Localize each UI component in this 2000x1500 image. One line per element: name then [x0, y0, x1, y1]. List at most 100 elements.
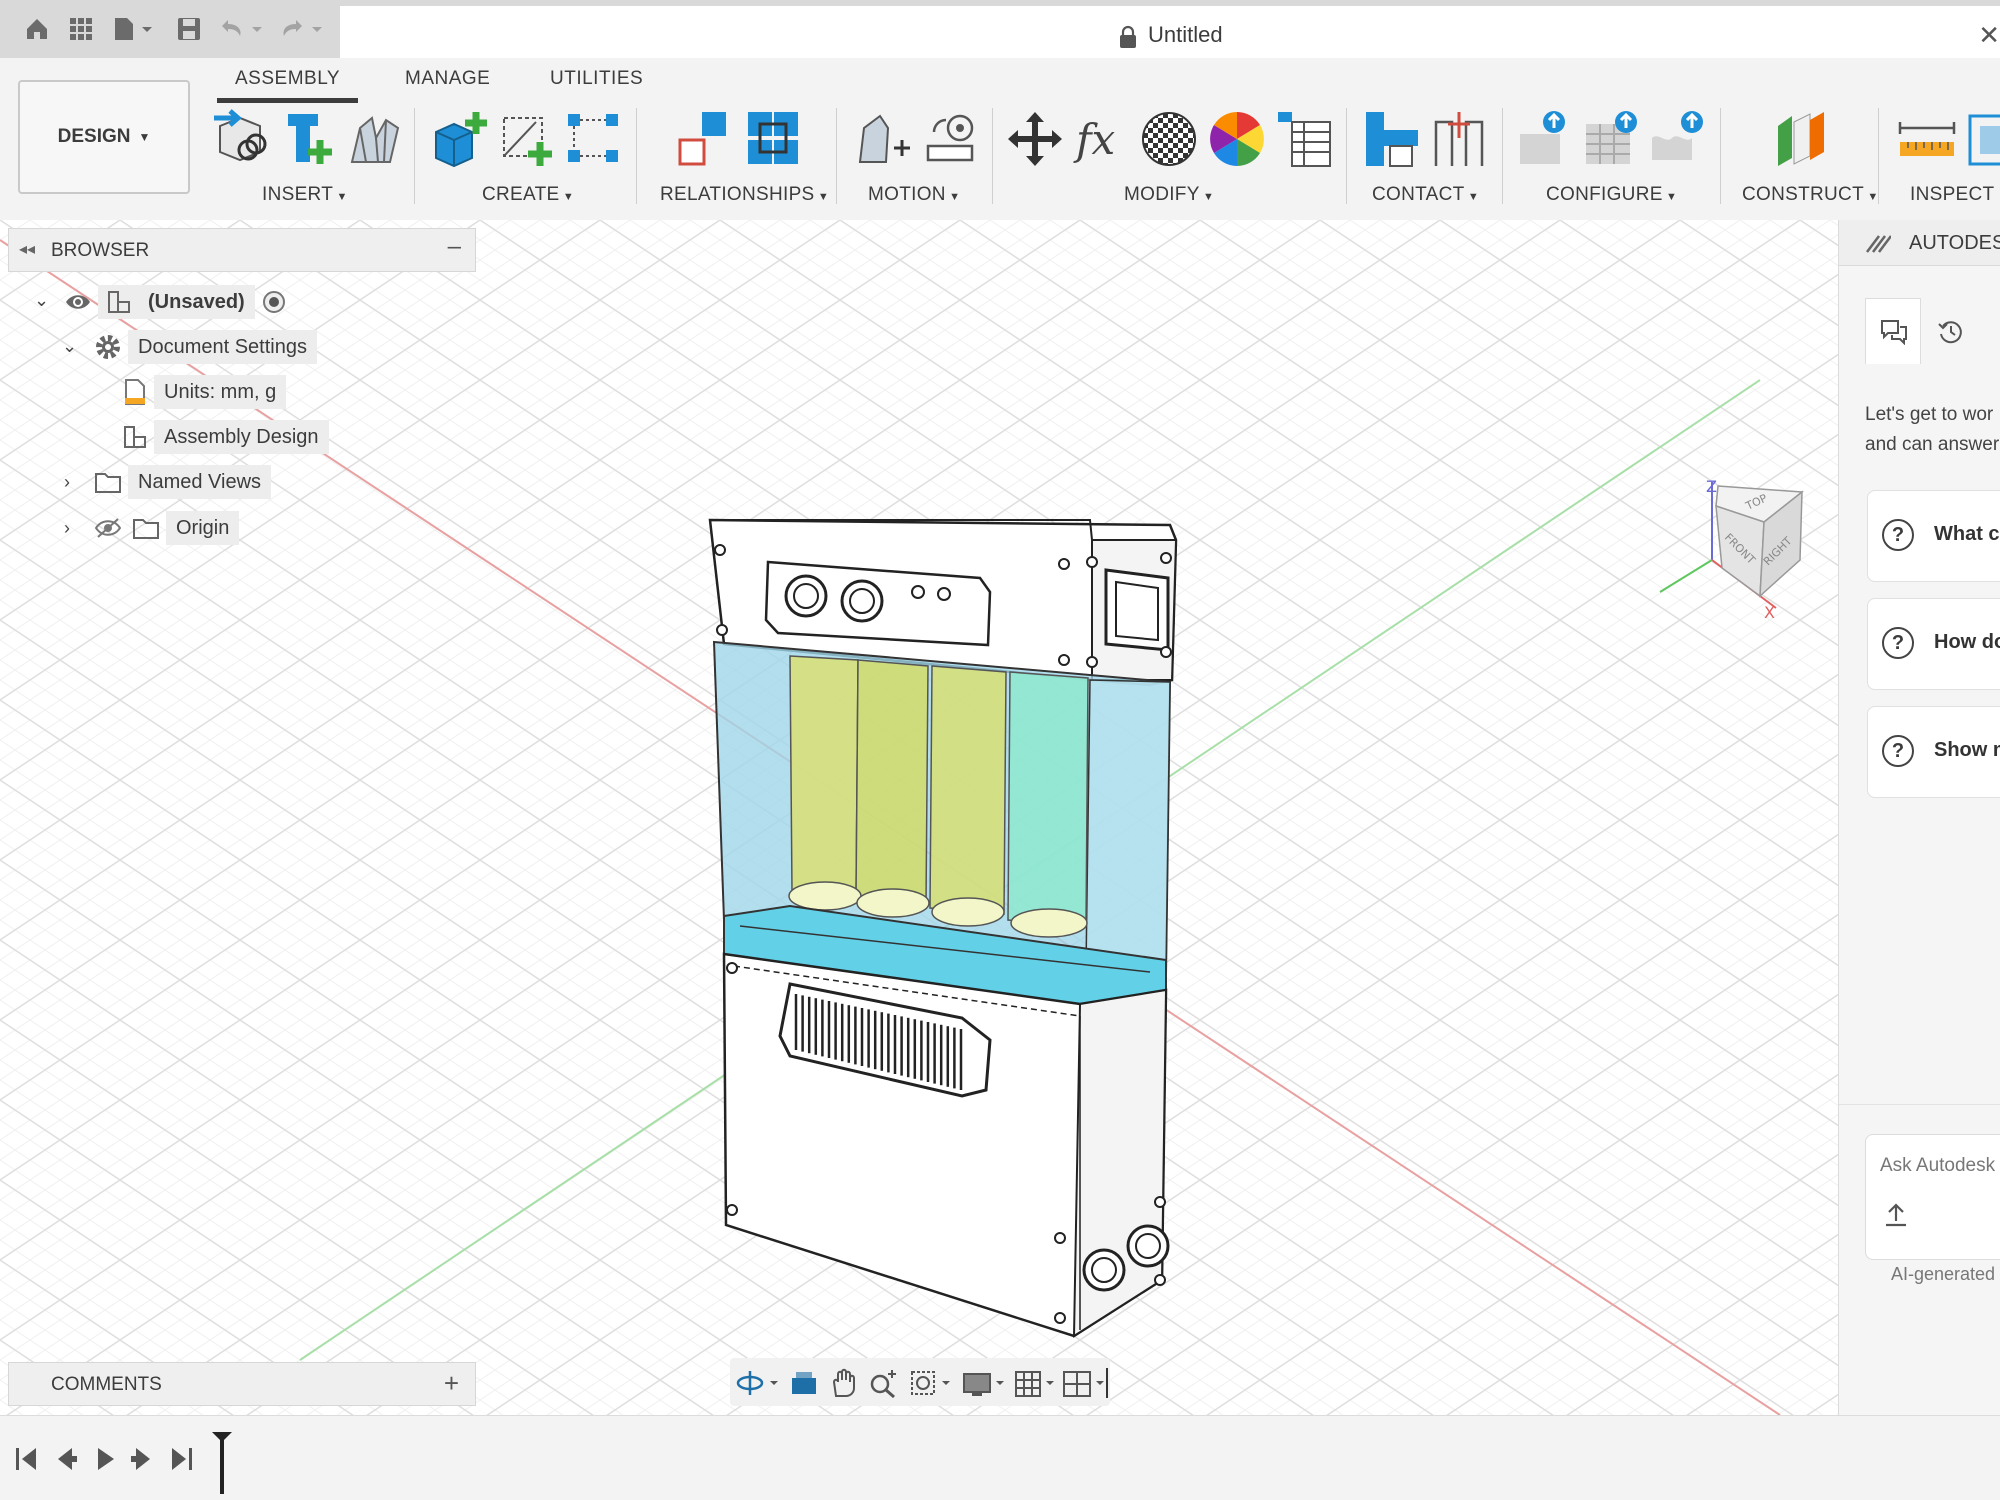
- question-icon: ?: [1882, 519, 1914, 551]
- chevron-down-icon[interactable]: ⌄: [62, 336, 77, 357]
- configure-design-icon[interactable]: [1516, 108, 1578, 170]
- chevron-down-icon[interactable]: ⌄: [34, 290, 49, 311]
- parameters-icon[interactable]: fx: [1070, 108, 1132, 170]
- motion-group-label[interactable]: MOTION ▼: [868, 184, 960, 206]
- interference-icon[interactable]: [1966, 108, 2000, 170]
- tree-root-label: (Unsaved): [148, 290, 245, 313]
- insert-group-label[interactable]: INSERT ▼: [262, 184, 348, 206]
- collapse-panel-icon[interactable]: ◂◂: [19, 239, 35, 259]
- tab-manage[interactable]: MANAGE: [405, 68, 490, 90]
- display-settings-icon[interactable]: [962, 1368, 1010, 1398]
- workspace-switcher-button[interactable]: DESIGN ▼: [18, 80, 190, 194]
- ask-input[interactable]: Ask Autodesk: [1865, 1134, 2000, 1260]
- pan-hand-icon[interactable]: [828, 1368, 860, 1398]
- assistant-logo-icon: [1866, 235, 1891, 253]
- rigid-group-icon[interactable]: [742, 108, 804, 170]
- move-copy-icon[interactable]: [1004, 108, 1066, 170]
- step-back-icon[interactable]: [50, 1442, 80, 1476]
- create-group-label[interactable]: CREATE ▼: [482, 184, 574, 206]
- tree-item-units[interactable]: Units: mm, g: [122, 374, 287, 410]
- eye-icon[interactable]: [64, 292, 92, 312]
- change-parameters-table-icon[interactable]: [1274, 108, 1336, 170]
- offset-plane-icon[interactable]: [1770, 108, 1832, 170]
- ribbon-divider: [414, 108, 415, 204]
- contact-sets-icon[interactable]: [1362, 108, 1424, 170]
- motion-link-icon[interactable]: [920, 108, 982, 170]
- suggestion-card[interactable]: ? What ca: [1867, 490, 2000, 582]
- go-to-start-icon[interactable]: [12, 1442, 42, 1476]
- orbit-icon[interactable]: [734, 1368, 782, 1398]
- enable-contact-icon[interactable]: [1428, 108, 1490, 170]
- step-forward-icon[interactable]: [128, 1442, 158, 1476]
- comments-title: COMMENTS: [51, 1374, 162, 1395]
- assistant-panel-header[interactable]: AUTODESK: [1839, 220, 2000, 266]
- configure-group-label[interactable]: CONFIGURE ▼: [1546, 184, 1677, 206]
- tab-assembly[interactable]: ASSEMBLY: [216, 68, 359, 103]
- viewports-icon[interactable]: [1062, 1368, 1108, 1398]
- enclosure-model[interactable]: [708, 518, 1178, 1338]
- tree-item-assembly-design[interactable]: Assembly Design: [122, 419, 329, 455]
- construct-group-label[interactable]: CONSTRUCT ▼: [1742, 184, 1879, 206]
- cell-4: [1007, 671, 1089, 927]
- zoom-icon[interactable]: [868, 1368, 900, 1398]
- cell-2: [855, 659, 929, 905]
- chevron-right-icon[interactable]: ›: [64, 518, 70, 539]
- assistant-intro-text: Let's get to wor and can answer: [1865, 400, 1999, 460]
- contact-group-label[interactable]: CONTACT ▼: [1372, 184, 1479, 206]
- new-sketch-icon[interactable]: [496, 108, 558, 170]
- assistant-title: AUTODESK: [1909, 232, 2000, 254]
- appearance-icon[interactable]: [1138, 108, 1200, 170]
- save-icon[interactable]: [174, 14, 204, 44]
- look-at-icon[interactable]: [788, 1368, 820, 1398]
- joint-icon[interactable]: [672, 108, 734, 170]
- grid-settings-icon[interactable]: [1014, 1368, 1058, 1398]
- play-icon[interactable]: [90, 1442, 120, 1476]
- insert-fastener-icon[interactable]: [278, 108, 340, 170]
- undo-icon[interactable]: [218, 14, 268, 44]
- tree-root[interactable]: (Unsaved): [64, 284, 287, 320]
- measure-icon[interactable]: [1896, 108, 1958, 170]
- browser-panel-header[interactable]: ◂◂ BROWSER –: [8, 228, 476, 272]
- tab-history[interactable]: [1923, 298, 1979, 364]
- drive-joints-icon[interactable]: [852, 108, 914, 170]
- ribbon-divider: [1720, 108, 1721, 204]
- suggestion-card[interactable]: ? How do: [1867, 598, 2000, 690]
- configuration-rule-icon[interactable]: [1648, 108, 1710, 170]
- ask-placeholder: Ask Autodesk: [1880, 1155, 1996, 1176]
- inspect-group-label[interactable]: INSPECT ▼: [1910, 184, 2000, 206]
- home-icon[interactable]: [22, 14, 52, 44]
- suggestion-card[interactable]: ? Show m: [1867, 706, 2000, 798]
- create-pattern-icon[interactable]: [562, 108, 624, 170]
- close-icon[interactable]: ✕: [1978, 20, 2000, 51]
- modify-group-label[interactable]: MODIFY ▼: [1124, 184, 1214, 206]
- folder-icon: [95, 473, 121, 493]
- go-to-end-icon[interactable]: [166, 1442, 196, 1476]
- eye-hidden-icon[interactable]: [94, 517, 122, 539]
- lock-icon: [1120, 25, 1136, 48]
- motion-group-text: MOTION: [868, 184, 946, 205]
- relationships-group-label[interactable]: RELATIONSHIPS ▼: [660, 184, 829, 206]
- tab-utilities[interactable]: UTILITIES: [550, 68, 643, 90]
- chevron-down-icon: ▼: [138, 130, 151, 144]
- comments-panel-header[interactable]: COMMENTS +: [8, 1362, 476, 1406]
- timeline-marker-icon[interactable]: [210, 1430, 234, 1496]
- tree-item-origin[interactable]: Origin: [94, 510, 240, 546]
- fit-window-icon[interactable]: [908, 1368, 956, 1398]
- add-comment-icon[interactable]: +: [444, 1368, 459, 1399]
- minimize-icon[interactable]: –: [448, 233, 461, 261]
- chevron-right-icon[interactable]: ›: [64, 472, 70, 493]
- upload-icon[interactable]: [1884, 1201, 1908, 1229]
- apps-grid-icon[interactable]: [66, 14, 96, 44]
- tree-item-named-views[interactable]: Named Views: [94, 464, 272, 500]
- configuration-table-icon[interactable]: [1582, 108, 1644, 170]
- new-component-icon[interactable]: [430, 108, 492, 170]
- tree-item-document-settings[interactable]: Document Settings: [94, 329, 317, 365]
- insert-mesh-icon[interactable]: [344, 108, 406, 170]
- gear-icon: [96, 335, 120, 359]
- redo-icon[interactable]: [278, 14, 328, 44]
- insert-component-icon[interactable]: [210, 108, 272, 170]
- activate-radio-icon[interactable]: [261, 289, 287, 315]
- tab-chat[interactable]: [1865, 298, 1921, 364]
- physical-material-icon[interactable]: [1206, 108, 1268, 170]
- file-menu-icon[interactable]: [112, 14, 158, 44]
